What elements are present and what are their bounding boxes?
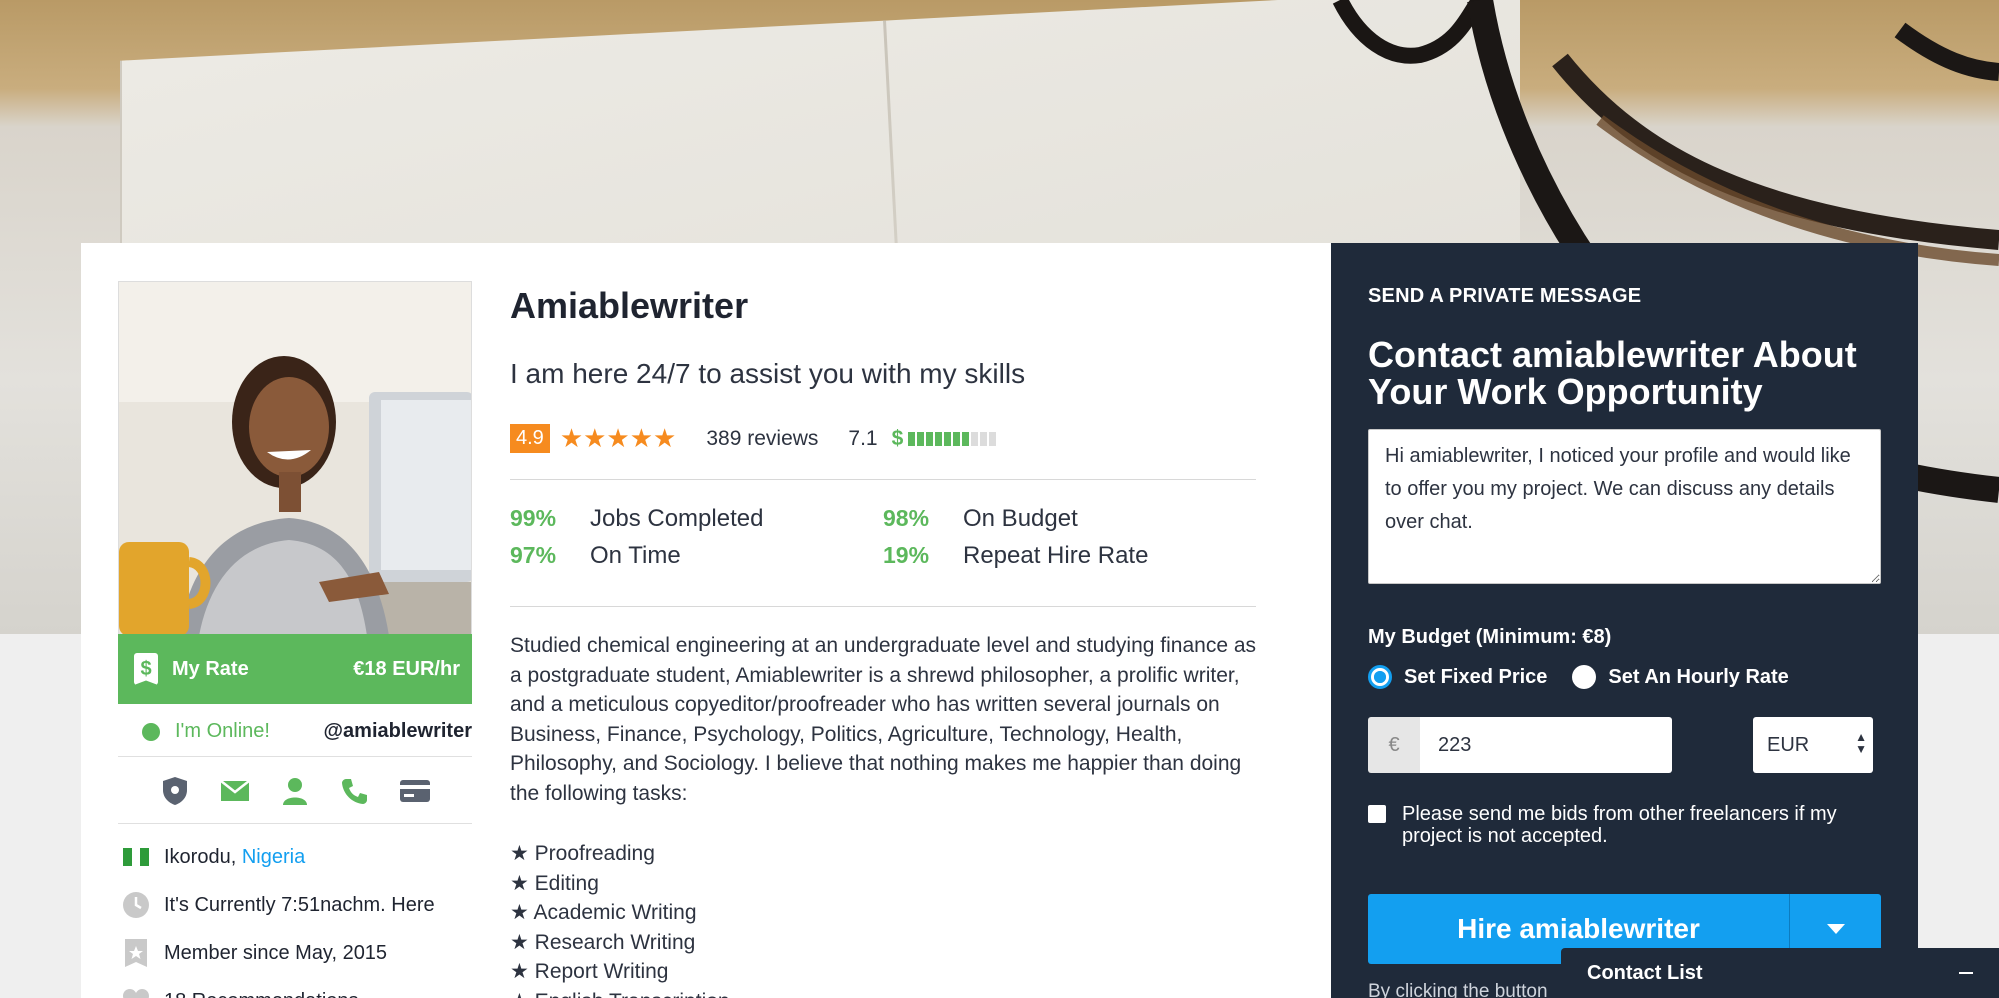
message-textarea[interactable]: Hi amiablewriter, I noticed your profile… (1368, 429, 1881, 584)
stat-pct: 99% (510, 505, 557, 531)
panel-title: Contact amiablewriter About Your Work Op… (1368, 334, 1857, 412)
earnings-score: 7.1 (848, 426, 878, 450)
currency-value: EUR (1767, 733, 1810, 756)
recommendations-row: 18 Recommendations (118, 977, 472, 998)
phone-icon[interactable] (339, 775, 371, 807)
earnings-bar (953, 431, 961, 446)
stat-repeat-hire: 19% Repeat Hire Rate (883, 542, 1148, 570)
select-arrows-icon: ▲ ▼ (1855, 730, 1867, 756)
currency-symbol: € (1368, 717, 1420, 773)
stat-on-time: 97% On Time (510, 542, 681, 570)
contact-list-title: Contact List (1587, 961, 1703, 984)
member-since: Member since May, 2015 (164, 941, 388, 964)
budget-amount-input[interactable]: 223 (1420, 717, 1672, 773)
rating-score: 4.9 (510, 424, 550, 453)
profile-tagline: I am here 24/7 to assist you with my ski… (510, 358, 1026, 389)
clock-icon (122, 891, 150, 919)
payment-card-icon[interactable] (399, 775, 431, 807)
stat-pct: 19% (883, 542, 930, 568)
skill-item: ★ Report Writing (510, 960, 669, 983)
stat-label: On Budget (963, 505, 1078, 532)
rating-row: 4.9 ★★★★★ 389 reviews 7.1 $ (510, 423, 997, 454)
hourly-rate-label[interactable]: Set An Hourly Rate (1608, 666, 1788, 689)
budget-type: Set Fixed Price Set An Hourly Rate (1368, 665, 1789, 689)
username: @amiablewriter (323, 720, 472, 742)
nigeria-flag-icon (122, 843, 150, 871)
earnings-bar (971, 431, 979, 446)
heart-icon (122, 987, 150, 998)
earnings-bars (908, 431, 997, 446)
badge-icon (122, 939, 150, 967)
bids-option: Please send me bids from other freelance… (1368, 803, 1888, 847)
rate-value: €18 EUR/hr (353, 657, 460, 680)
city: Ikorodu, (164, 845, 237, 868)
terms-text: By clicking the button (1368, 981, 1548, 998)
earnings-bar (935, 431, 943, 446)
online-status: I'm Online! @amiablewriter (118, 707, 472, 757)
budget-label: My Budget (Minimum: €8) (1368, 626, 1612, 648)
divider (510, 606, 1256, 607)
stat-label: Repeat Hire Rate (963, 542, 1149, 569)
skill-item: ★ Proofreading (510, 842, 655, 865)
skill-item: ★ Research Writing (510, 930, 696, 954)
earnings-bar (962, 431, 970, 446)
online-text: I'm Online! (175, 720, 270, 742)
rating-stars-icon: ★★★★★ (559, 423, 677, 453)
bids-checkbox[interactable] (1368, 805, 1386, 823)
stat-pct: 97% (510, 542, 557, 568)
contact-list-widget[interactable]: Contact List (1561, 948, 1999, 998)
profile-card: $ My Rate €18 EUR/hr I'm Online! @amiabl… (81, 243, 1331, 998)
divider (510, 479, 1256, 480)
earnings-bar (926, 431, 934, 446)
fixed-price-label[interactable]: Set Fixed Price (1404, 666, 1547, 689)
chevron-down-icon (1826, 924, 1845, 934)
review-count[interactable]: 389 reviews (706, 427, 818, 451)
local-time: It's Currently 7:51nachm. Here (164, 893, 435, 916)
email-icon[interactable] (219, 775, 251, 807)
earnings-bar (917, 431, 925, 446)
skill-item: ★ Editing (510, 871, 599, 895)
profile-photo (118, 281, 472, 635)
fixed-price-radio[interactable] (1368, 665, 1392, 689)
panel-kicker: SEND A PRIVATE MESSAGE (1368, 285, 1642, 307)
country-link[interactable]: Nigeria (242, 846, 305, 869)
user-icon[interactable] (279, 775, 311, 807)
stat-label: Jobs Completed (590, 505, 764, 532)
stat-jobs-completed: 99% Jobs Completed (510, 505, 763, 533)
stat-label: On Time (590, 542, 681, 569)
profile-meta: Ikorodu, Nigeria It's Currently 7:51nach… (118, 833, 472, 998)
minimize-icon[interactable] (1959, 972, 1973, 974)
rate-dollar-icon: $ (134, 653, 158, 685)
profile-name: Amiablewriter (510, 285, 749, 326)
contact-panel: SEND A PRIVATE MESSAGE Contact amiablewr… (1331, 243, 1918, 998)
bids-label[interactable]: Please send me bids from other freelance… (1402, 803, 1888, 847)
stat-on-budget: 98% On Budget (883, 505, 1078, 533)
skill-item: ★ Academic Writing (510, 901, 697, 924)
verifications (118, 758, 472, 824)
earnings-bar (989, 431, 997, 446)
rate-bar: $ My Rate €18 EUR/hr (118, 634, 472, 704)
profile-bio: Studied chemical engineering at an under… (510, 634, 1257, 805)
skills-list: ★ Proofreading ★ Editing ★ Academic Writ… (510, 839, 730, 998)
budget-amount-field[interactable]: € 223 (1368, 717, 1672, 773)
member-since-row: Member since May, 2015 (118, 929, 472, 977)
earnings-bar (908, 431, 916, 446)
earnings-bar (944, 431, 952, 446)
identity-shield-icon[interactable] (159, 775, 191, 807)
earnings-dollar-icon: $ (891, 426, 904, 450)
recommendations: 18 Recommendations (164, 990, 359, 998)
local-time-row: It's Currently 7:51nachm. Here (118, 881, 472, 929)
currency-select[interactable]: EUR ▲ ▼ (1753, 717, 1873, 773)
location-row: Ikorodu, Nigeria (118, 833, 472, 881)
skill-item: ★ English Transcription (510, 987, 730, 998)
earnings-bar (980, 431, 988, 446)
hourly-rate-radio[interactable] (1572, 665, 1597, 689)
online-dot-icon (142, 722, 160, 741)
rate-label: My Rate (172, 657, 249, 680)
stat-pct: 98% (883, 505, 930, 531)
